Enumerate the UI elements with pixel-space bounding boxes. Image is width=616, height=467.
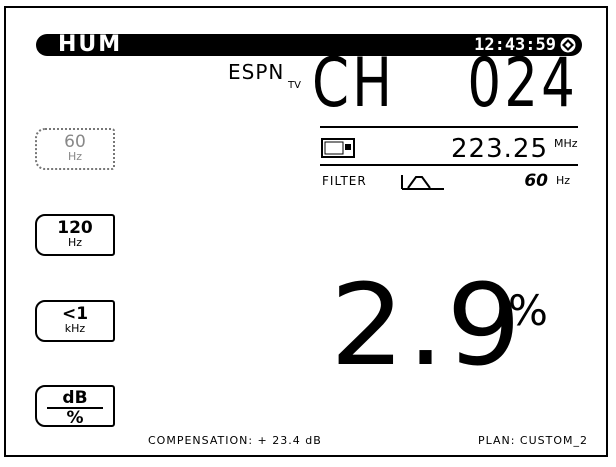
hum-reading-unit: % (508, 286, 548, 335)
softkey-1khz-value: <1 (61, 304, 89, 324)
channel-plan: PLAN: CUSTOM_2 (477, 434, 588, 447)
softkey-1khz[interactable]: <1 kHz (35, 300, 115, 342)
softkey-units-db: dB (62, 388, 88, 408)
measurement-mode: HUM (58, 32, 123, 57)
divider (320, 126, 578, 128)
softkey-120hz[interactable]: 120 Hz (35, 214, 115, 256)
softkey-1khz-unit: kHz (64, 322, 86, 335)
network-subtitle: TV (288, 80, 301, 91)
bandpass-filter-icon (401, 175, 444, 190)
softkey-60hz-value: 60 (64, 132, 86, 152)
softkey-120hz-value: 120 (57, 218, 93, 238)
softkey-120hz-unit: Hz (67, 236, 83, 249)
screen-icon (321, 138, 355, 158)
frequency-unit: MHz (554, 137, 578, 150)
divider (320, 164, 578, 166)
filter-label: FILTER (322, 174, 367, 188)
softkey-60hz-unit: Hz (67, 150, 83, 163)
softkey-60hz[interactable]: 60 Hz (35, 128, 115, 170)
compensation-status: COMPENSATION: + 23.4 dB (148, 434, 322, 447)
filter-value: 60 (524, 171, 548, 191)
filter-unit: Hz (556, 174, 571, 187)
network-name: ESPN (228, 60, 285, 84)
frequency-value: 223.25 (451, 134, 548, 164)
hum-reading-value: 2.9 (330, 261, 524, 391)
softkey-units-toggle[interactable]: dB % (35, 385, 115, 427)
softkey-units-percent: % (66, 408, 84, 428)
channel-number: 024 (467, 44, 578, 123)
channel-label: CH (312, 44, 396, 123)
